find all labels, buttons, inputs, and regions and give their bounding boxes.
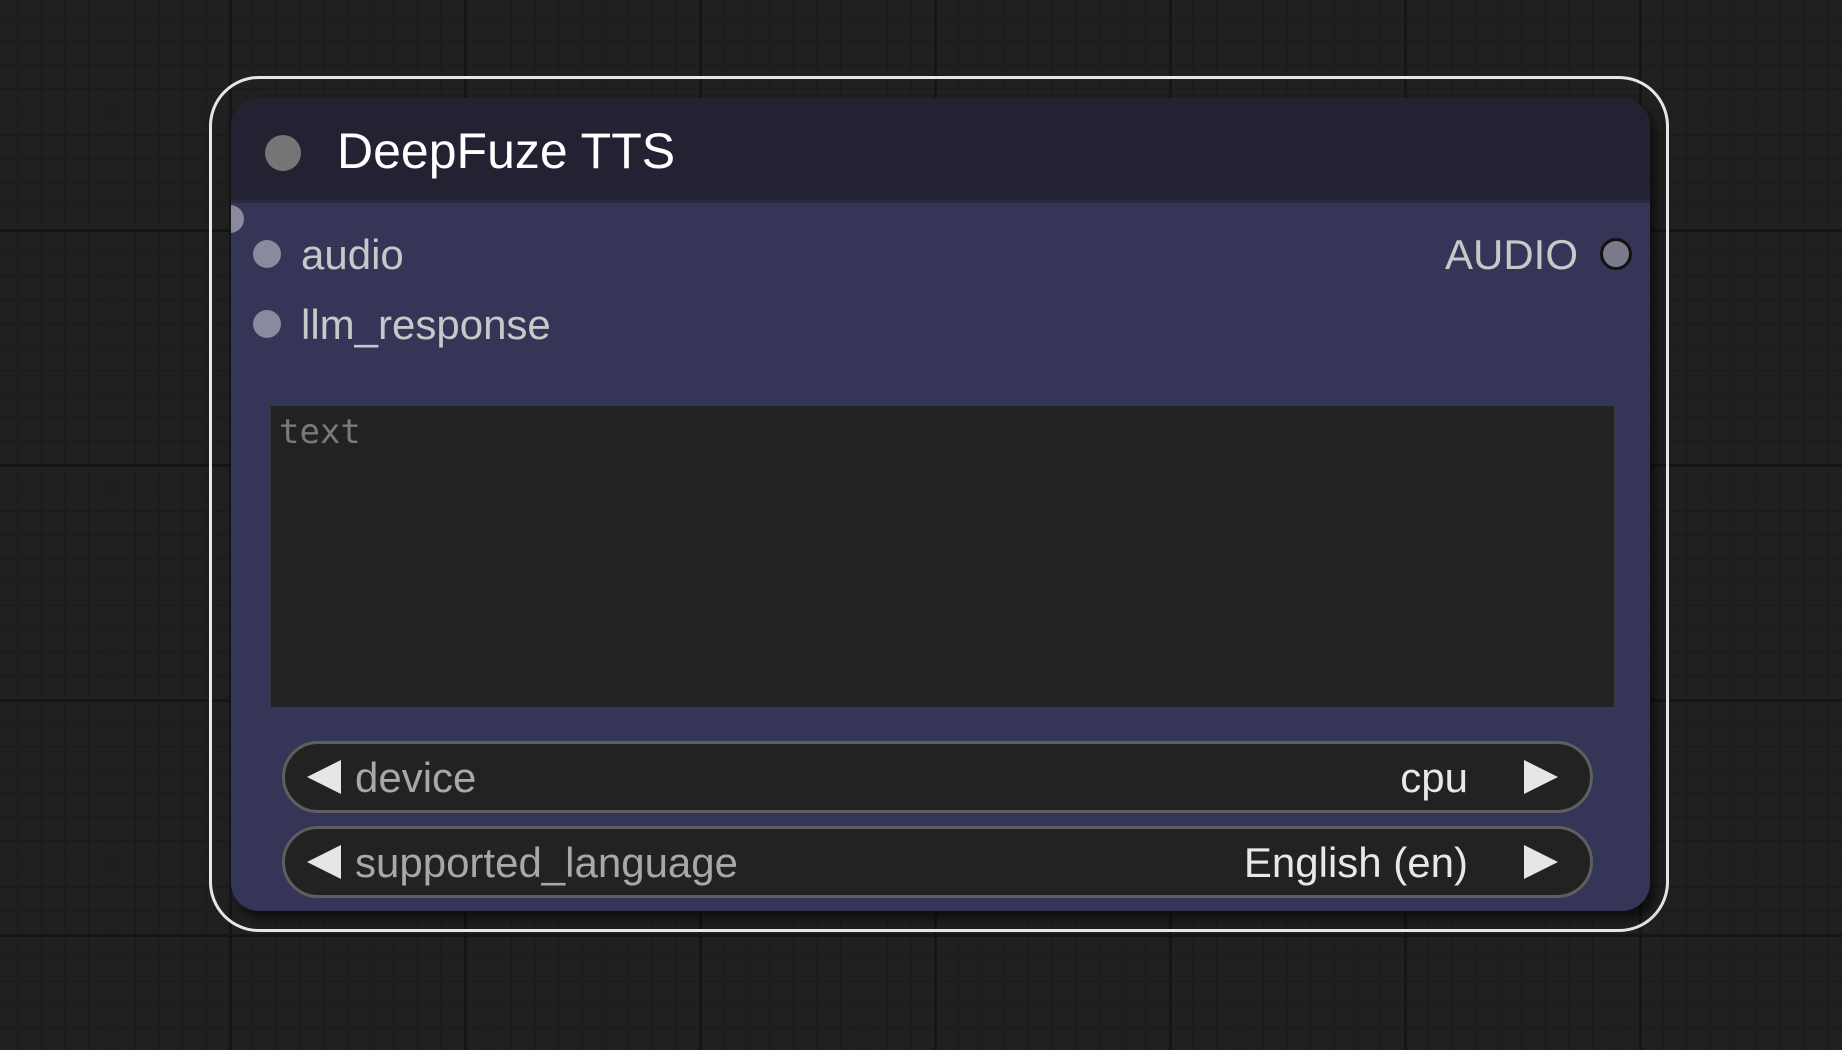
node-title-bar[interactable]: DeepFuze TTS: [231, 98, 1650, 203]
output-slot-label: AUDIO: [1444, 231, 1578, 278]
combo-value[interactable]: English (en): [1244, 839, 1468, 887]
text-input[interactable]: [270, 405, 1615, 708]
collapse-dot-icon[interactable]: [265, 135, 301, 171]
deepfuze-tts-node[interactable]: DeepFuze TTS audio llm_response AUDIO de…: [231, 98, 1650, 911]
input-slot-dot-icon: [231, 205, 244, 233]
input-slot-label: audio: [301, 231, 404, 278]
supported-language-combo[interactable]: supported_language English (en): [282, 826, 1593, 898]
graph-canvas[interactable]: DeepFuze TTS audio llm_response AUDIO de…: [0, 0, 1842, 1050]
combo-label: device: [355, 754, 477, 801]
arrow-right-icon[interactable]: [1524, 760, 1558, 794]
combo-value[interactable]: cpu: [1400, 754, 1468, 802]
input-slot-label: llm_response: [301, 301, 551, 348]
input-slot-dot-icon[interactable]: [253, 240, 281, 268]
node-title: DeepFuze TTS: [337, 123, 676, 179]
input-slot-dot-icon[interactable]: [253, 310, 281, 338]
arrow-left-icon[interactable]: [307, 845, 341, 879]
arrow-left-icon[interactable]: [307, 760, 341, 794]
device-combo[interactable]: device cpu: [282, 741, 1593, 813]
output-slot-dot-icon[interactable]: [1600, 238, 1632, 270]
arrow-right-icon[interactable]: [1524, 845, 1558, 879]
combo-label: supported_language: [355, 839, 739, 886]
